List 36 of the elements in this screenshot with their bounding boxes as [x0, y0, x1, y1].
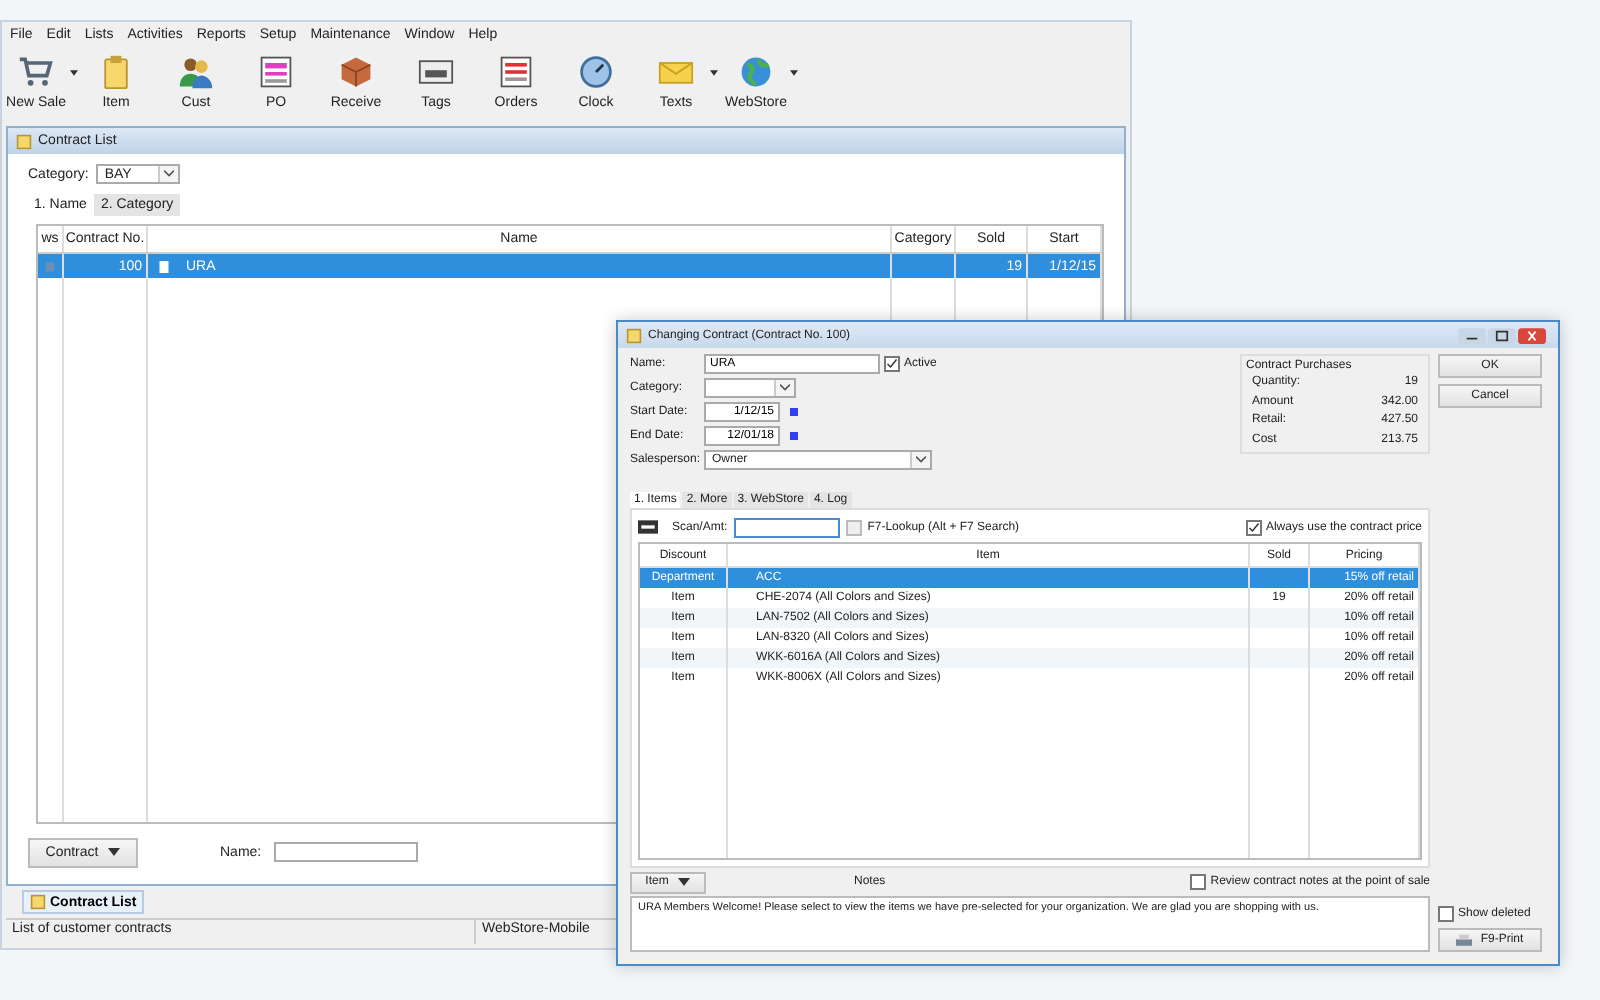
- dropdown-arrow-icon[interactable]: [70, 69, 78, 75]
- close-icon[interactable]: [1518, 327, 1546, 343]
- document-icon: [158, 259, 170, 273]
- category-dropdown[interactable]: [704, 378, 796, 398]
- people-icon: [178, 54, 214, 90]
- name-field[interactable]: [273, 842, 418, 862]
- chevron-down-icon: [916, 456, 926, 464]
- scan-field[interactable]: [733, 517, 840, 537]
- chevron-down-icon: [164, 170, 175, 178]
- minimize-icon[interactable]: [1458, 327, 1486, 343]
- row-marker-icon: [44, 259, 56, 273]
- box-icon: [338, 54, 374, 90]
- checkbox[interactable]: [1438, 906, 1454, 922]
- dropdown-arrow-icon[interactable]: [790, 69, 798, 75]
- clock-icon: [578, 54, 614, 90]
- cart-icon: [18, 54, 54, 90]
- chevron-down-icon: [780, 384, 790, 392]
- checkbox[interactable]: [884, 356, 900, 372]
- clipboard-icon: [98, 54, 134, 90]
- checkbox[interactable]: [1245, 519, 1262, 535]
- document-icon: [626, 327, 642, 343]
- scanner-icon: [638, 520, 658, 534]
- dropdown-arrow-icon[interactable]: [710, 69, 718, 75]
- globe-icon: [738, 54, 774, 90]
- orders-icon: [498, 54, 534, 90]
- form-icon: [258, 54, 294, 90]
- checkbox[interactable]: [1190, 874, 1207, 890]
- printer-icon: [1456, 933, 1473, 947]
- maximize-icon[interactable]: [1488, 327, 1516, 343]
- tags-icon: [418, 54, 454, 90]
- document-icon: [30, 894, 46, 910]
- document-icon: [16, 133, 32, 149]
- caret-icon: [108, 848, 121, 856]
- checkmark-icon: [886, 358, 898, 370]
- caret-icon: [678, 878, 691, 886]
- checkmark-icon: [1247, 521, 1260, 533]
